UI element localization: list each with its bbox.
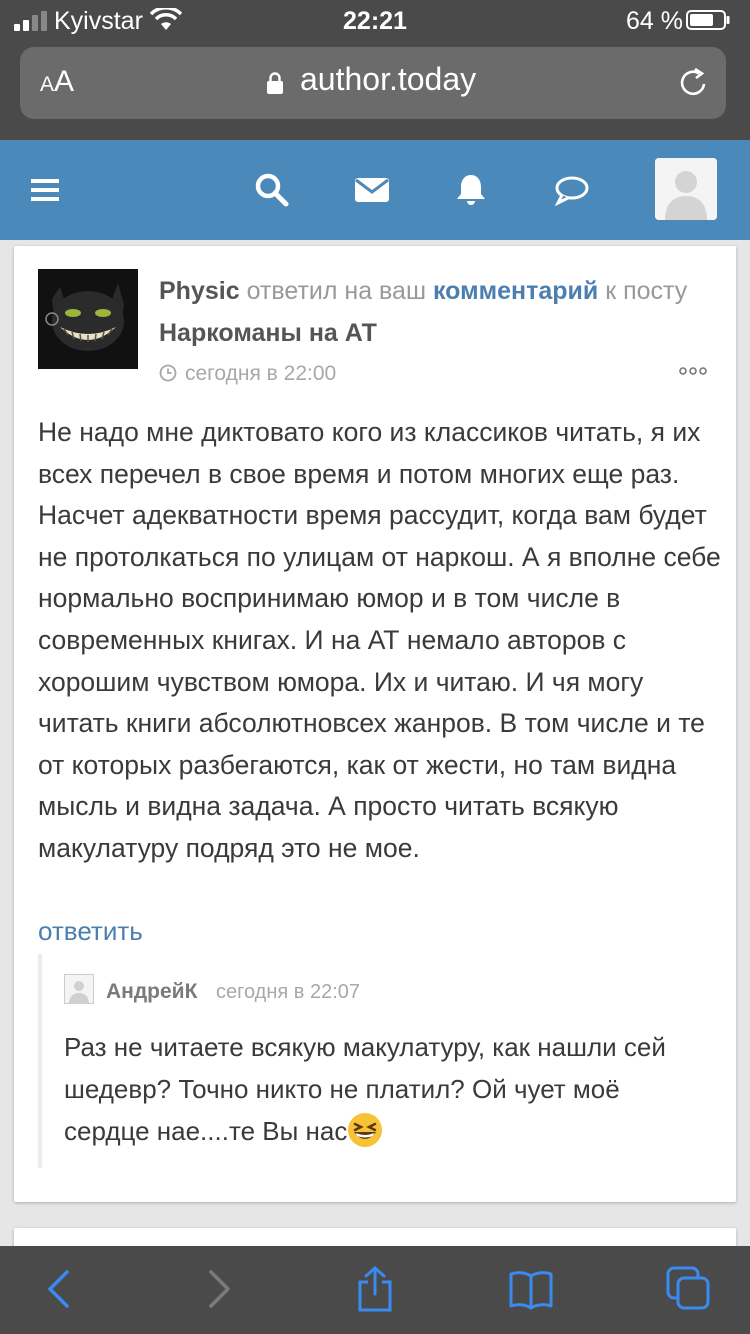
default-avatar-icon: [655, 158, 717, 220]
reply-author-name[interactable]: АндрейК: [106, 980, 197, 1004]
more-options-icon[interactable]: [678, 365, 708, 377]
post-title-link[interactable]: Наркоманы на АТ: [159, 319, 377, 347]
reply-thread-line: [38, 954, 42, 1168]
mail-icon[interactable]: [354, 172, 390, 208]
url-field[interactable]: AA author.today: [20, 47, 726, 119]
laughing-emoji-icon: [348, 1113, 383, 1147]
reload-icon[interactable]: [678, 67, 710, 99]
notification-card: Physic ответил на ваш комментарий к пост…: [14, 246, 736, 1202]
text-size-button[interactable]: AA: [40, 65, 74, 99]
actor-link[interactable]: Physic: [159, 277, 240, 305]
search-icon[interactable]: [254, 172, 290, 208]
battery-icon: [686, 10, 730, 30]
menu-icon[interactable]: [28, 172, 64, 208]
clock-icon: [159, 364, 177, 382]
notification-summary: Physic ответил на ваш комментарий к пост…: [159, 270, 729, 354]
share-icon[interactable]: [352, 1266, 398, 1312]
reply-time: сегодня в 22:07: [216, 981, 360, 1003]
reply-link[interactable]: ответить: [38, 916, 143, 947]
comment-body: Не надо мне диктовато кого из классиков …: [38, 417, 721, 863]
user-avatar[interactable]: [655, 158, 717, 220]
action-text: ответил на ваш: [246, 277, 427, 305]
status-bar: Kyivstar 22:21 64 %: [0, 0, 750, 40]
cheshire-cat-avatar[interactable]: [38, 269, 138, 369]
tabs-icon[interactable]: [666, 1266, 712, 1312]
browser-toolbar: [0, 1246, 750, 1334]
reply-body: Раз не читаете всякую макулатуру, как на…: [64, 1032, 666, 1147]
reply-author-avatar[interactable]: [64, 974, 94, 1004]
url-domain: author.today: [300, 61, 477, 97]
bell-icon[interactable]: [453, 172, 489, 208]
forward-icon[interactable]: [196, 1266, 242, 1312]
bookmarks-icon[interactable]: [508, 1266, 554, 1312]
battery-percent: 64 %: [626, 7, 683, 35]
lock-icon: [267, 72, 283, 94]
back-icon[interactable]: [36, 1266, 82, 1312]
site-header: [0, 140, 750, 240]
to-post-text: к посту: [605, 277, 688, 305]
comment-link[interactable]: комментарий: [433, 277, 598, 305]
browser-address-bar: AA author.today: [0, 40, 750, 140]
chat-icon[interactable]: [554, 172, 590, 208]
notification-time: сегодня в 22:00: [159, 362, 336, 386]
